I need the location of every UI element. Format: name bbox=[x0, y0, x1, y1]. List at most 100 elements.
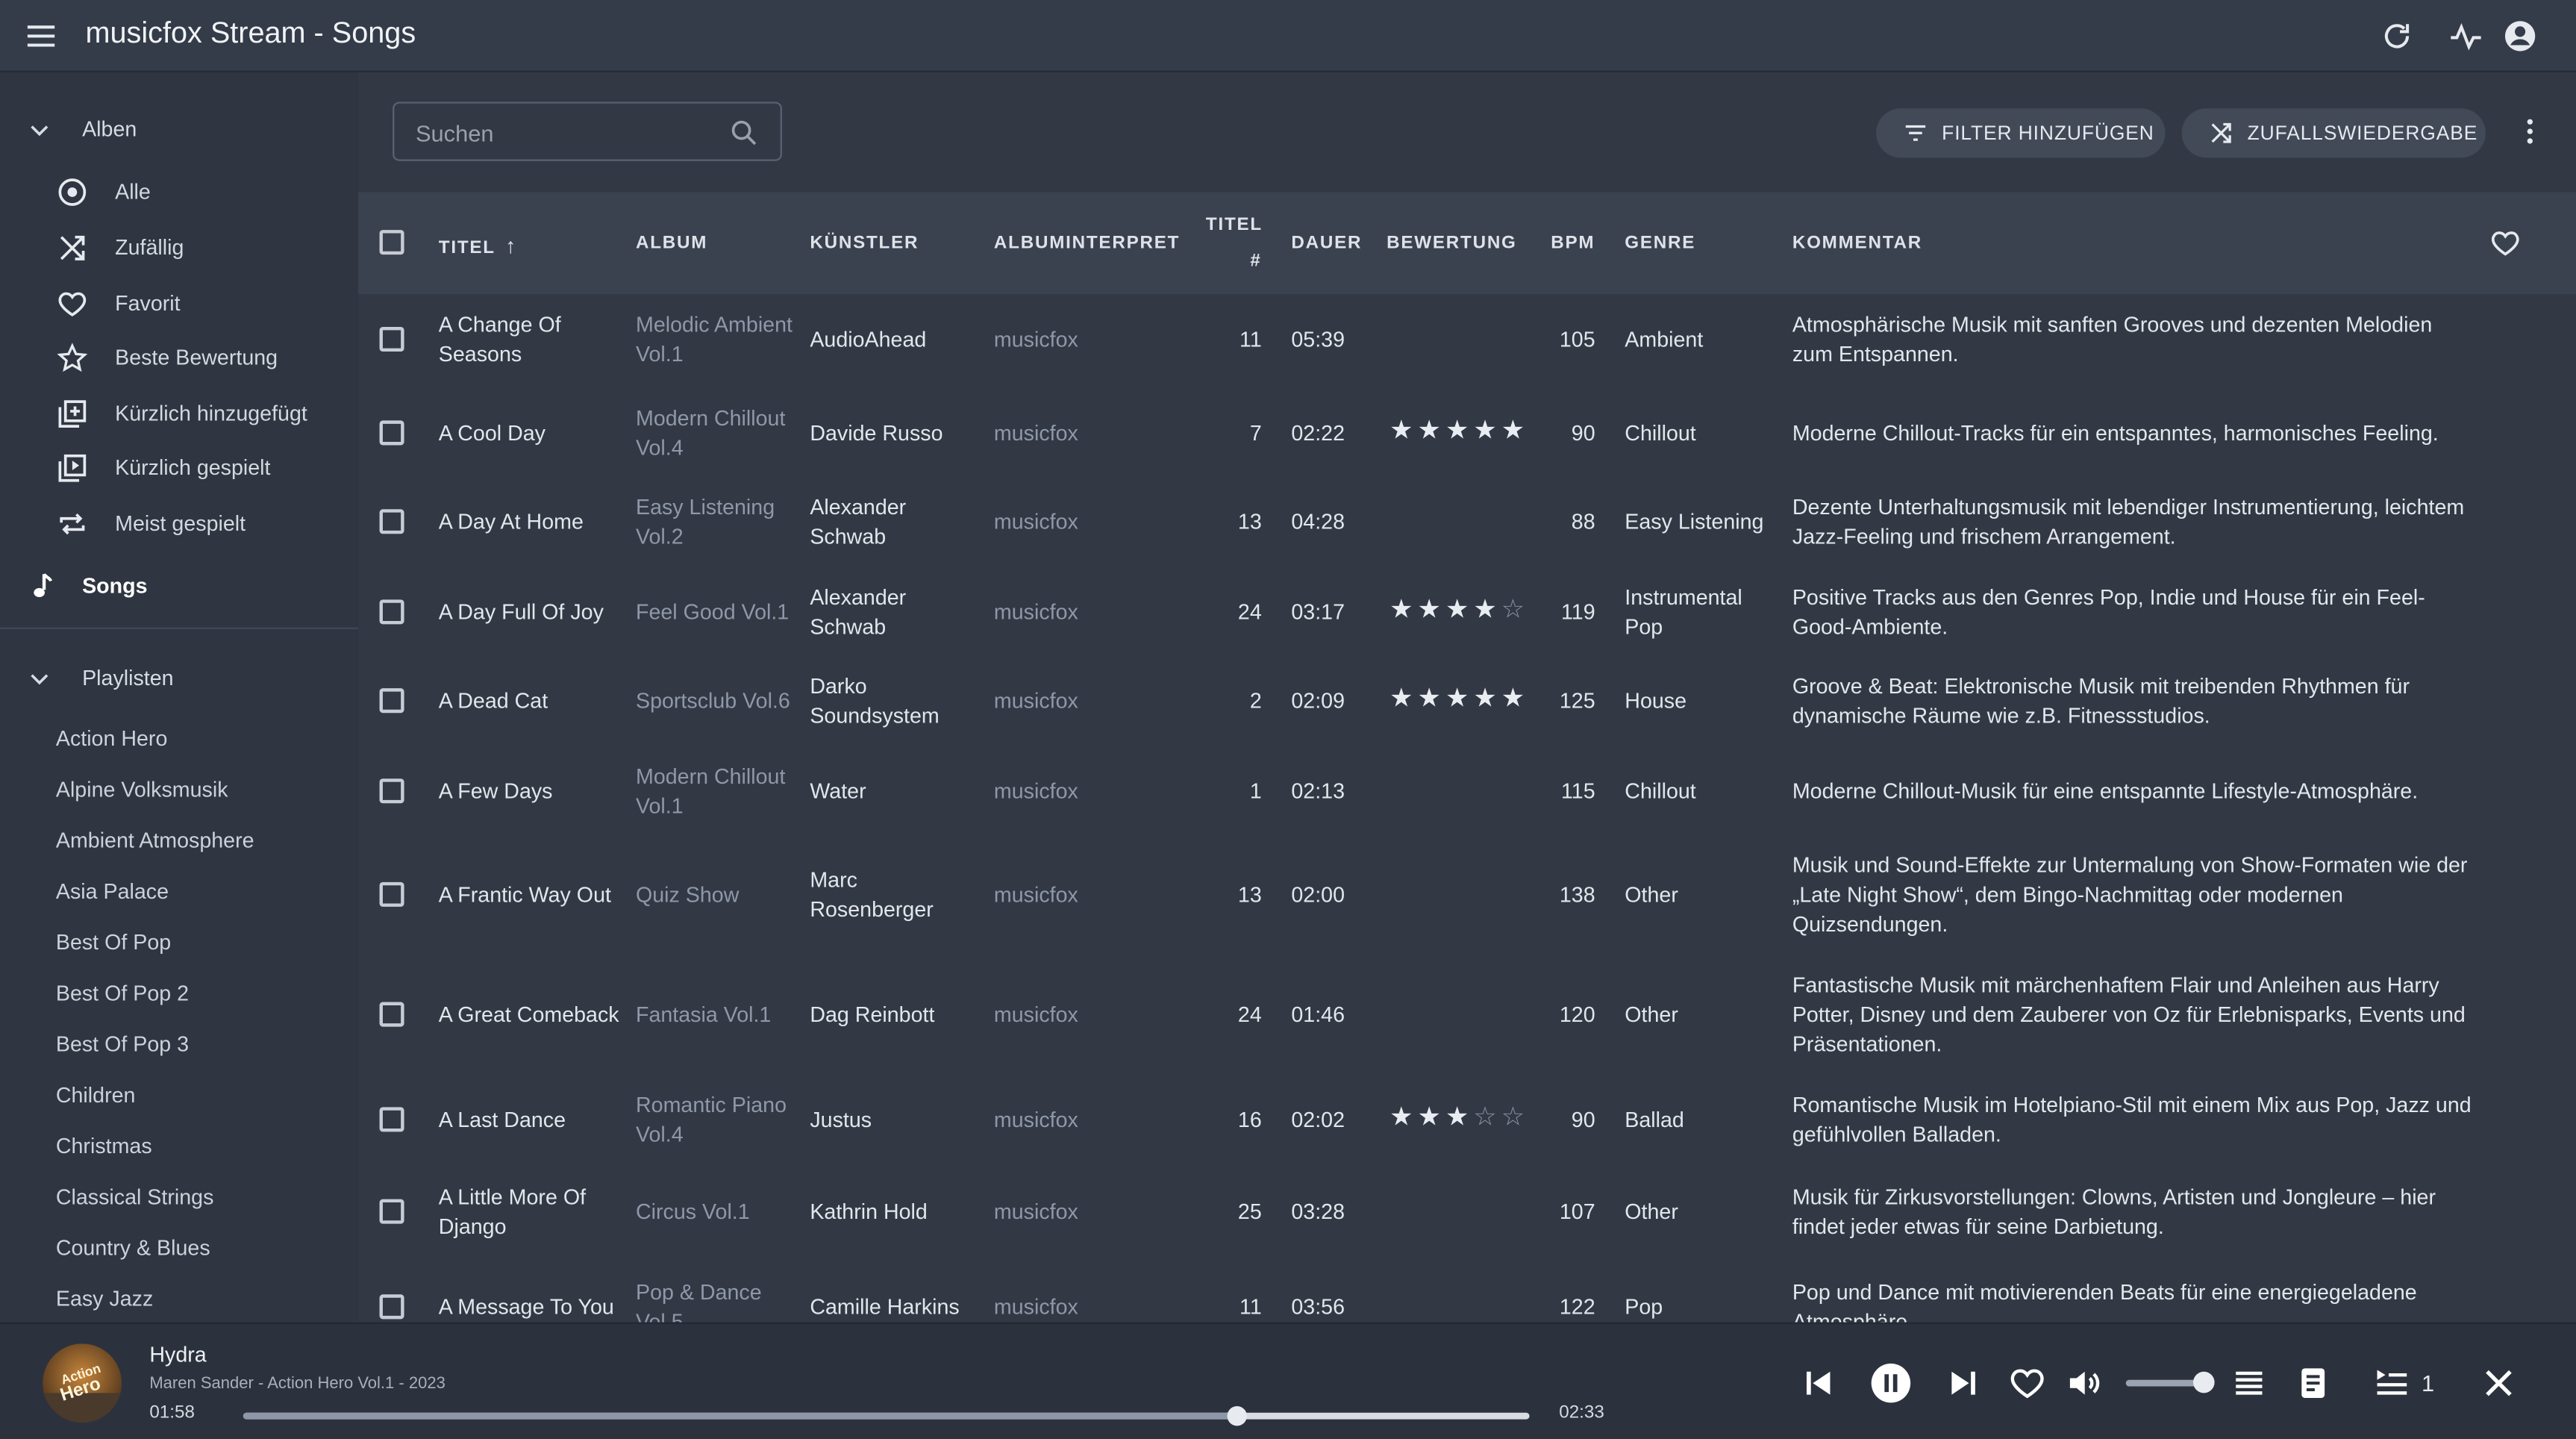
star-outline-icon[interactable]: ☆ bbox=[1500, 1104, 1526, 1134]
cell-album-artist[interactable]: musicfox bbox=[994, 777, 1125, 807]
cell-album[interactable]: Modern Chillout Vol.4 bbox=[636, 404, 800, 463]
playlist-item[interactable]: Classical Strings bbox=[56, 1184, 214, 1209]
select-all-checkbox[interactable] bbox=[379, 230, 404, 255]
star-rating[interactable]: ★ ★ ★ ☆ ☆ bbox=[1388, 1104, 1526, 1134]
sidebar-item-favorite[interactable]: Favorit bbox=[0, 278, 358, 330]
star-filled-icon[interactable]: ★ bbox=[1444, 596, 1470, 626]
queue-icon[interactable] bbox=[2372, 1364, 2412, 1403]
row-checkbox[interactable] bbox=[379, 1107, 404, 1132]
cell-album[interactable]: Pop & Dance Vol.5 bbox=[636, 1278, 800, 1323]
column-genre[interactable]: GENRE bbox=[1625, 234, 1695, 253]
playlist-item[interactable]: Country & Blues bbox=[56, 1235, 210, 1260]
sidebar-item-all[interactable]: Alle bbox=[0, 166, 358, 218]
star-filled-icon[interactable]: ★ bbox=[1472, 596, 1498, 626]
albums-section-toggle[interactable]: Alben bbox=[0, 102, 358, 157]
cell-album-artist[interactable]: musicfox bbox=[994, 1197, 1125, 1227]
playlist-item[interactable]: Christmas bbox=[56, 1134, 152, 1158]
cell-album-artist[interactable]: musicfox bbox=[994, 325, 1125, 355]
menu-icon[interactable] bbox=[23, 18, 59, 54]
playlist-item[interactable]: Ambient Atmosphere bbox=[56, 828, 254, 852]
playlist-item[interactable]: Alpine Volksmusik bbox=[56, 777, 228, 802]
sidebar-item-recently-played[interactable]: Kürzlich gespielt bbox=[0, 442, 358, 494]
row-checkbox[interactable] bbox=[379, 1002, 404, 1027]
star-filled-icon[interactable]: ★ bbox=[1388, 685, 1414, 715]
sidebar-item-most-played[interactable]: Meist gespielt bbox=[0, 498, 358, 550]
star-filled-icon[interactable]: ★ bbox=[1444, 685, 1470, 715]
row-checkbox[interactable] bbox=[379, 509, 404, 534]
skip-previous-icon[interactable] bbox=[1799, 1364, 1839, 1403]
sidebar-item-songs[interactable]: Songs bbox=[0, 561, 358, 613]
cell-album[interactable]: Romantic Piano Vol.4 bbox=[636, 1090, 800, 1149]
sidebar-item-random[interactable]: Zufällig bbox=[0, 222, 358, 274]
sidebar-item-top-rated[interactable]: Beste Bewertung bbox=[0, 332, 358, 384]
row-checkbox[interactable] bbox=[379, 688, 404, 714]
pause-icon[interactable] bbox=[1869, 1362, 1912, 1405]
playlists-section-toggle[interactable]: Playlisten bbox=[0, 651, 358, 707]
row-checkbox[interactable] bbox=[379, 778, 404, 804]
row-checkbox[interactable] bbox=[379, 599, 404, 625]
star-filled-icon[interactable]: ★ bbox=[1500, 685, 1526, 715]
column-album[interactable]: ALBUM bbox=[636, 234, 707, 253]
playlist-item[interactable]: Asia Palace bbox=[56, 878, 169, 903]
row-checkbox[interactable] bbox=[379, 420, 404, 446]
column-title[interactable]: TITEL ↑ bbox=[439, 234, 517, 258]
playlist-item[interactable]: Best Of Pop bbox=[56, 930, 171, 955]
column-bpm[interactable]: BPM bbox=[1551, 234, 1595, 253]
progress-knob[interactable] bbox=[1228, 1405, 1248, 1426]
cell-album-artist[interactable]: musicfox bbox=[994, 419, 1125, 449]
cell-album[interactable]: Circus Vol.1 bbox=[636, 1197, 800, 1227]
star-filled-icon[interactable]: ★ bbox=[1416, 685, 1442, 715]
playlist-item[interactable]: Easy Jazz bbox=[56, 1286, 153, 1311]
playlist-item[interactable]: Best Of Pop 2 bbox=[56, 981, 189, 1005]
heart-icon[interactable] bbox=[2007, 1364, 2047, 1403]
cell-album[interactable]: Quiz Show bbox=[636, 881, 800, 911]
progress-slider[interactable] bbox=[243, 1405, 1530, 1426]
column-album-artist[interactable]: ALBUMINTERPRET bbox=[994, 234, 1180, 253]
activity-icon[interactable] bbox=[2448, 18, 2483, 54]
cell-album[interactable]: Melodic Ambient Vol.1 bbox=[636, 310, 800, 369]
cell-album-artist[interactable]: musicfox bbox=[994, 1105, 1125, 1135]
star-outline-icon[interactable]: ☆ bbox=[1500, 596, 1526, 626]
column-track[interactable]: TITEL bbox=[1206, 215, 1263, 234]
account-icon[interactable] bbox=[2502, 18, 2538, 54]
star-filled-icon[interactable]: ★ bbox=[1416, 596, 1442, 626]
star-filled-icon[interactable]: ★ bbox=[1472, 417, 1498, 447]
search-input[interactable]: Suchen bbox=[393, 102, 782, 161]
row-checkbox[interactable] bbox=[379, 1199, 404, 1224]
shuffle-play-button[interactable]: ZUFALLSWIEDERGABE bbox=[2181, 108, 2486, 158]
playlist-item[interactable]: Children bbox=[56, 1082, 136, 1107]
column-duration[interactable]: DAUER bbox=[1291, 234, 1362, 253]
close-icon[interactable] bbox=[2479, 1364, 2519, 1403]
heart-icon[interactable] bbox=[2489, 227, 2522, 260]
star-filled-icon[interactable]: ★ bbox=[1388, 596, 1414, 626]
star-filled-icon[interactable]: ★ bbox=[1500, 417, 1526, 447]
volume-knob[interactable] bbox=[2193, 1371, 2215, 1393]
playlist-item[interactable]: Action Hero bbox=[56, 726, 168, 751]
sidebar-item-recently-added[interactable]: Kürzlich hinzugefügt bbox=[0, 387, 358, 440]
cell-album-artist[interactable]: musicfox bbox=[994, 687, 1125, 717]
star-rating[interactable]: ★ ★ ★ ★ ★ bbox=[1388, 685, 1526, 715]
cell-album-artist[interactable]: musicfox bbox=[994, 508, 1125, 537]
add-filter-button[interactable]: FILTER HINZUFÜGEN bbox=[1876, 108, 2166, 158]
star-filled-icon[interactable]: ★ bbox=[1444, 1104, 1470, 1134]
more-vert-icon[interactable] bbox=[2513, 115, 2546, 148]
star-outline-icon[interactable]: ☆ bbox=[1472, 1104, 1498, 1134]
playlist-icon[interactable] bbox=[2229, 1364, 2269, 1403]
star-filled-icon[interactable]: ★ bbox=[1388, 417, 1414, 447]
column-rating[interactable]: BEWERTUNG bbox=[1387, 234, 1517, 253]
volume-slider[interactable] bbox=[2125, 1371, 2215, 1393]
playlist-item[interactable]: Best Of Pop 3 bbox=[56, 1031, 189, 1056]
star-rating[interactable]: ★ ★ ★ ★ ☆ bbox=[1388, 596, 1526, 626]
cell-album[interactable]: Fantasia Vol.1 bbox=[636, 1000, 800, 1030]
star-filled-icon[interactable]: ★ bbox=[1416, 417, 1442, 447]
star-filled-icon[interactable]: ★ bbox=[1388, 1104, 1414, 1134]
column-artist[interactable]: KÜNSTLER bbox=[810, 234, 919, 253]
cell-album[interactable]: Feel Good Vol.1 bbox=[636, 598, 800, 628]
refresh-icon[interactable] bbox=[2379, 18, 2415, 54]
row-checkbox[interactable] bbox=[379, 326, 404, 352]
star-filled-icon[interactable]: ★ bbox=[1416, 1104, 1442, 1134]
skip-next-icon[interactable] bbox=[1943, 1364, 1983, 1403]
star-filled-icon[interactable]: ★ bbox=[1472, 685, 1498, 715]
cell-album[interactable]: Sportsclub Vol.6 bbox=[636, 687, 800, 717]
star-rating[interactable]: ★ ★ ★ ★ ★ bbox=[1388, 417, 1526, 447]
